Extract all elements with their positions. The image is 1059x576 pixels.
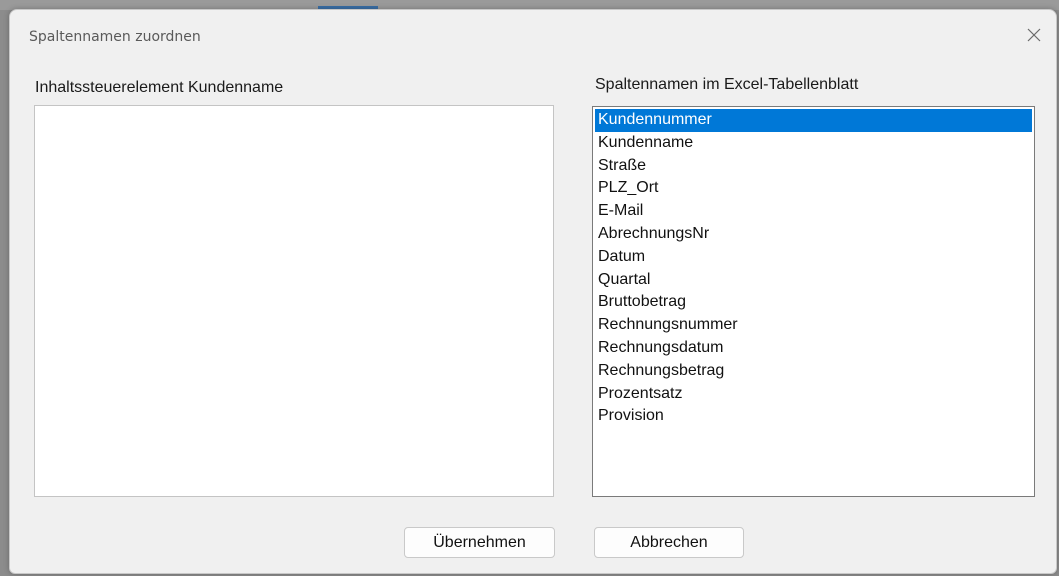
list-item[interactable]: Prozentsatz xyxy=(595,383,1032,406)
list-item[interactable]: Rechnungsdatum xyxy=(595,337,1032,360)
list-item[interactable]: Straße xyxy=(595,155,1032,178)
list-item[interactable]: Rechnungsbetrag xyxy=(595,360,1032,383)
excel-columns-listbox[interactable]: Kundennummer Kundenname Straße PLZ_Ort E-Mai… xyxy=(592,106,1035,497)
list-item[interactable]: AbrechnungsNr xyxy=(595,223,1032,246)
excel-columns-label: Spaltennamen im Excel-Tabellenblatt xyxy=(595,76,859,93)
list-item[interactable]: Bruttobetrag xyxy=(595,291,1032,314)
list-item[interactable]: Kundennummer xyxy=(595,109,1032,132)
list-item[interactable]: Datum xyxy=(595,246,1032,269)
content-control-textbox[interactable] xyxy=(34,105,554,497)
close-button[interactable] xyxy=(1021,22,1047,48)
cancel-button[interactable]: Abbrechen xyxy=(594,527,744,558)
list-item[interactable]: Quartal xyxy=(595,269,1032,292)
column-mapping-dialog: Spaltennamen zuordnen Inhaltssteuereleme… xyxy=(9,9,1057,574)
close-icon xyxy=(1027,28,1041,42)
apply-button[interactable]: Übernehmen xyxy=(404,527,555,558)
dialog-titlebar[interactable]: Spaltennamen zuordnen xyxy=(10,10,1056,60)
dialog-title: Spaltennamen zuordnen xyxy=(29,29,201,45)
list-item[interactable]: E-Mail xyxy=(595,200,1032,223)
list-item[interactable]: Provision xyxy=(595,405,1032,428)
content-control-label: Inhaltssteuerelement Kundenname xyxy=(35,79,284,96)
list-item[interactable]: Kundenname xyxy=(595,132,1032,155)
list-item[interactable]: PLZ_Ort xyxy=(595,177,1032,200)
list-item[interactable]: Rechnungsnummer xyxy=(595,314,1032,337)
